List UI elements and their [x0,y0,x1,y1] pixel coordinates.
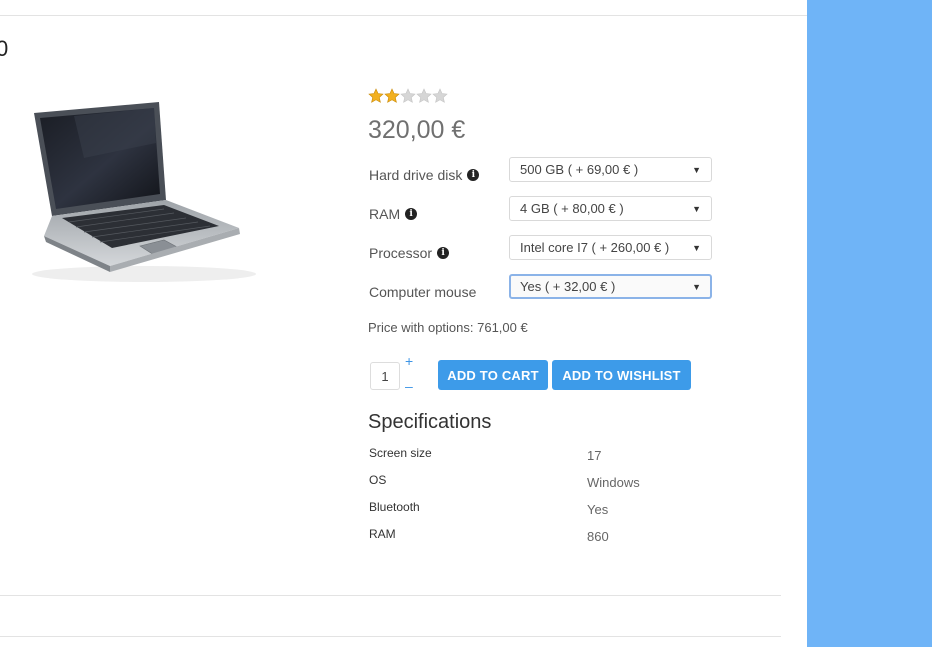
product-image [32,102,256,282]
star-icon [416,88,432,103]
spec-name: Screen size [369,446,432,460]
top-divider [0,15,807,16]
spec-value: 17 [587,448,602,463]
info-icon[interactable]: i [405,208,418,220]
option-label-hard-drive: Hard drive disk i [369,167,480,183]
chevron-down-icon: ▼ [692,281,701,292]
chevron-down-icon: ▼ [692,203,701,214]
star-icon [432,88,448,103]
hard-drive-select[interactable]: 500 GB ( + 69,00 € ) ▼ [509,157,712,182]
side-panel [807,0,932,647]
star-rating [368,88,448,104]
star-icon [368,88,384,103]
quantity-input[interactable]: 1 [370,362,400,390]
option-label-computer-mouse: Computer mouse [369,284,477,300]
section-divider [0,595,781,596]
spec-value: Yes [587,502,609,517]
specifications-heading: Specifications [368,411,492,433]
product-title-fragment: 0 [0,36,9,61]
spec-name: OS [369,473,387,487]
star-icon [384,88,400,103]
computer-mouse-select[interactable]: Yes ( + 32,00 € ) ▼ [509,274,712,299]
section-divider [0,636,781,637]
spec-name: RAM [369,527,396,541]
info-icon[interactable]: i [467,169,480,181]
chevron-down-icon: ▼ [692,242,701,253]
spec-value: 860 [587,529,609,544]
option-label-ram: RAM i [369,206,418,222]
spec-value: Windows [587,475,640,490]
option-label-processor: Processor i [369,245,450,261]
chevron-down-icon: ▼ [692,164,701,175]
add-to-cart-button[interactable]: ADD TO CART [438,360,548,390]
product-price: 320,00 € [368,116,466,144]
product-page: 0 320,00 € Hard drive disk i 500 GB (+ … [0,0,807,647]
spec-name: Bluetooth [369,500,420,514]
processor-select[interactable]: Intel core I7 ( + 260,00 € ) ▼ [509,235,712,260]
price-with-options: Price with options: 761,00 € [368,320,528,335]
star-icon [400,88,416,103]
info-icon[interactable]: i [437,247,450,259]
quantity-increase-button[interactable]: + [405,353,413,369]
ram-select[interactable]: 4 GB ( + 80,00 € ) ▼ [509,196,712,221]
quantity-decrease-button[interactable]: – [405,378,413,394]
add-to-wishlist-button[interactable]: ADD TO WISHLIST [552,360,691,390]
